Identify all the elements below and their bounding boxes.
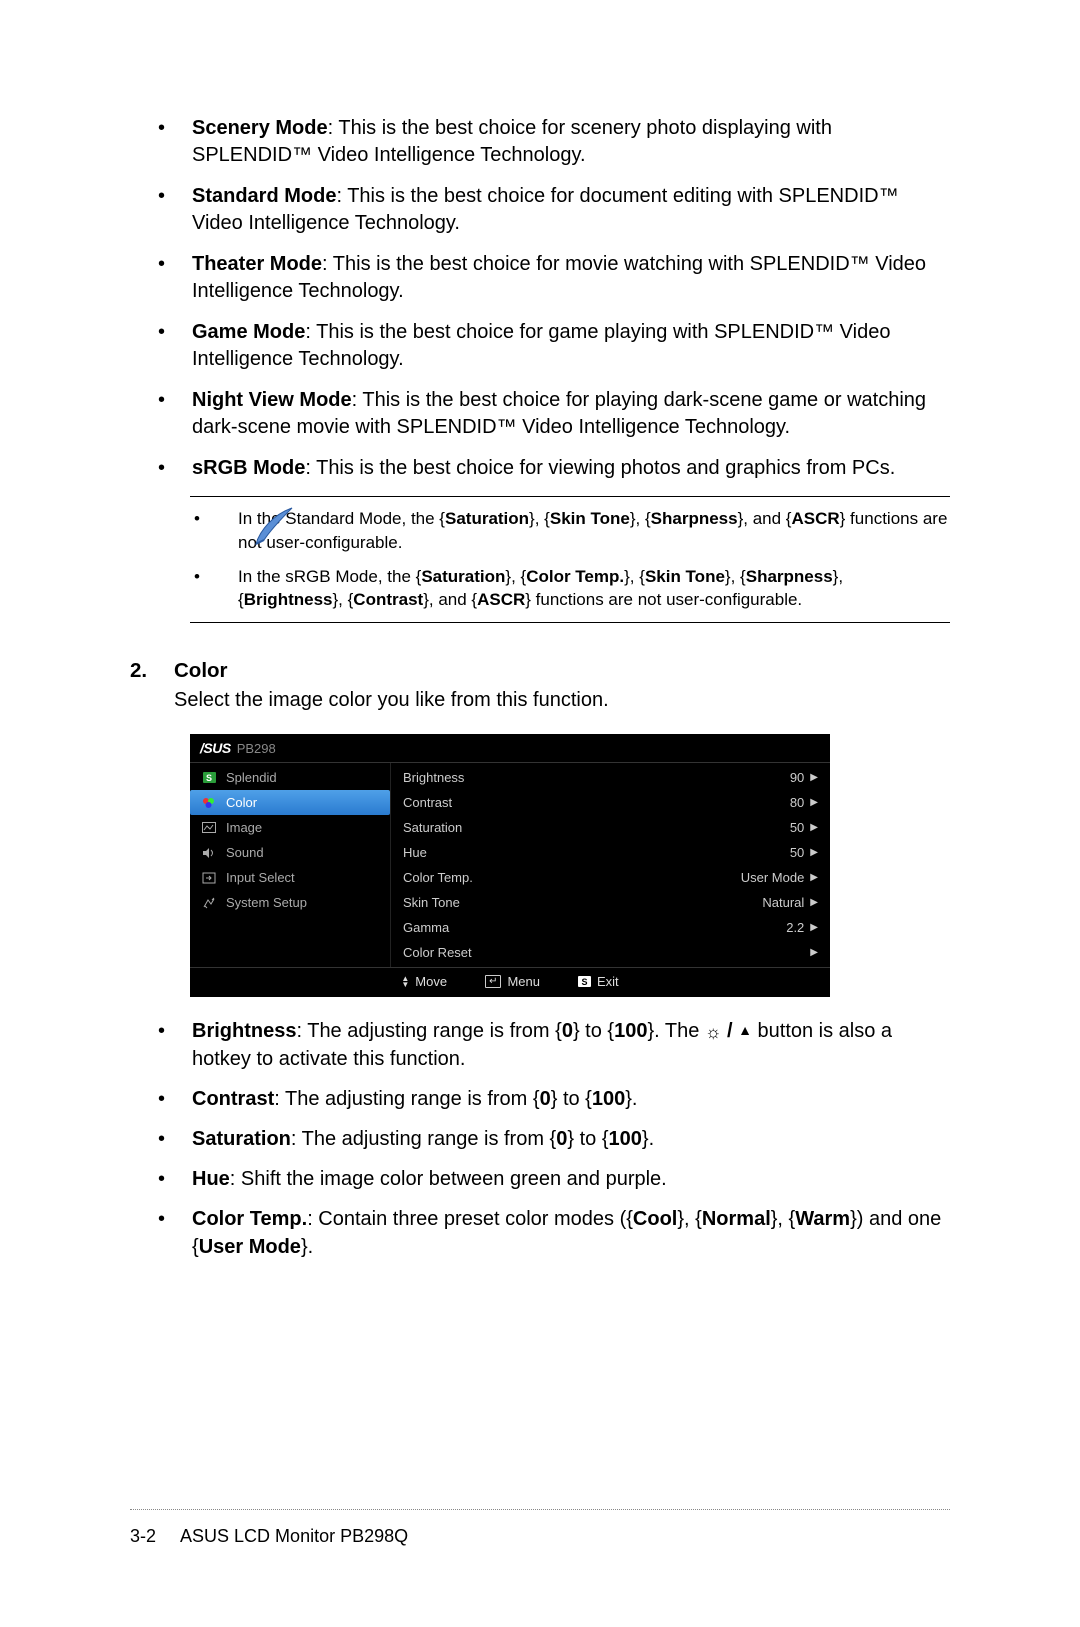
s-exit-icon: S xyxy=(578,976,591,987)
chevron-right-icon: ▶ xyxy=(810,947,818,958)
section-heading: 2. Color xyxy=(130,659,950,683)
chevron-right-icon: ▶ xyxy=(810,797,818,808)
mode-name: Night View Mode xyxy=(192,389,352,411)
chevron-right-icon: ▶ xyxy=(810,822,818,833)
setting-gamma[interactable]: Gamma2.2▶ xyxy=(391,915,830,940)
chevron-right-icon: ▶ xyxy=(810,897,818,908)
setting-saturation[interactable]: Saturation50▶ xyxy=(391,815,830,840)
mode-desc: : This is the best choice for viewing ph… xyxy=(305,457,895,479)
note-srgb: • In the sRGB Mode, the {Saturation}, {C… xyxy=(190,565,950,613)
chevron-right-icon: ▶ xyxy=(810,872,818,883)
mode-list: Scenery Mode : This is the best choice fo… xyxy=(150,115,950,482)
up-triangle-icon: ▲ xyxy=(738,1022,752,1038)
detail-colortemp: Color Temp.: Contain three preset color … xyxy=(150,1205,950,1261)
chevron-right-icon: ▶ xyxy=(810,772,818,783)
mode-name: sRGB Mode xyxy=(192,457,305,479)
menu-color[interactable]: Color xyxy=(190,790,390,815)
mode-scenery: Scenery Mode: This is the best choice fo… xyxy=(150,115,950,169)
note-bullet: • xyxy=(194,565,238,613)
section-number: 2. xyxy=(130,659,174,683)
sound-icon xyxy=(200,847,218,859)
system-icon xyxy=(200,897,218,909)
updown-icon: ▲▼ xyxy=(401,976,409,988)
setting-colortemp[interactable]: Color Temp.User Mode▶ xyxy=(391,865,830,890)
mode-standard: Standard Mode: This is the best choice f… xyxy=(150,183,950,237)
section-title: Color xyxy=(174,659,228,683)
setting-colorreset[interactable]: Color Reset▶ xyxy=(391,940,830,965)
osd-header: /SUS PB298 xyxy=(190,734,830,763)
detail-hue: Hue: Shift the image color between green… xyxy=(150,1165,950,1193)
chevron-right-icon: ▶ xyxy=(810,922,818,933)
enter-icon: ↵ xyxy=(485,975,501,988)
page-footer: 3-2 ASUS LCD Monitor PB298Q xyxy=(130,1501,950,1547)
osd-footer: ▲▼ Move ↵ Menu S Exit xyxy=(190,967,830,997)
note-quill-icon xyxy=(250,502,298,550)
mode-theater: Theater Mode: This is the best choice fo… xyxy=(150,251,950,305)
mode-name: Standard Mode xyxy=(192,185,336,207)
setting-contrast[interactable]: Contrast80▶ xyxy=(391,790,830,815)
detail-contrast: Contrast: The adjusting range is from {0… xyxy=(150,1085,950,1113)
osd-menu: S Splendid Color Image xyxy=(190,763,390,967)
detail-brightness: Brightness: The adjusting range is from … xyxy=(150,1017,950,1073)
menu-system[interactable]: System Setup xyxy=(190,890,390,915)
osd-panel: /SUS PB298 S Splendid Color xyxy=(190,734,830,997)
setting-hue[interactable]: Hue50▶ xyxy=(391,840,830,865)
detail-list: Brightness: The adjusting range is from … xyxy=(150,1017,950,1261)
detail-saturation: Saturation: The adjusting range is from … xyxy=(150,1125,950,1153)
setting-brightness[interactable]: Brightness90▶ xyxy=(391,765,830,790)
menu-image[interactable]: Image xyxy=(190,815,390,840)
color-icon xyxy=(200,797,218,809)
mode-game: Game Mode: This is the best choice for g… xyxy=(150,319,950,373)
osd-settings: Brightness90▶ Contrast80▶ Saturation50▶ … xyxy=(390,763,830,967)
manual-page: Scenery Mode : This is the best choice fo… xyxy=(0,0,1080,1627)
mode-name: Scenery Mode xyxy=(192,117,328,139)
mode-nightview: Night View Mode: This is the best choice… xyxy=(150,387,950,441)
image-icon xyxy=(200,822,218,833)
notes-block: • In the Standard Mode, the {Saturation}… xyxy=(190,496,950,629)
menu-input[interactable]: Input Select xyxy=(190,865,390,890)
footer-menu: ↵ Menu xyxy=(485,974,540,989)
mode-srgb: sRGB Mode: This is the best choice for v… xyxy=(150,455,950,482)
splendid-icon: S xyxy=(200,772,218,783)
section-description: Select the image color you like from thi… xyxy=(174,687,950,714)
menu-splendid[interactable]: S Splendid xyxy=(190,765,390,790)
mode-name: Game Mode xyxy=(192,321,305,343)
asus-logo: /SUS xyxy=(200,740,231,756)
page-number: 3-2 xyxy=(130,1526,156,1546)
note-standard: • In the Standard Mode, the {Saturation}… xyxy=(190,507,950,555)
menu-sound[interactable]: Sound xyxy=(190,840,390,865)
input-icon xyxy=(200,872,218,884)
note-bullet: • xyxy=(194,507,238,555)
brightness-sun-icon: ☼ xyxy=(705,1022,722,1042)
footer-move: ▲▼ Move xyxy=(401,974,447,989)
chevron-right-icon: ▶ xyxy=(810,847,818,858)
setting-skintone[interactable]: Skin ToneNatural▶ xyxy=(391,890,830,915)
osd-model: PB298 xyxy=(237,741,276,756)
mode-name: Theater Mode xyxy=(192,253,322,275)
footer-exit: S Exit xyxy=(578,974,619,989)
footer-title: ASUS LCD Monitor PB298Q xyxy=(180,1526,408,1546)
